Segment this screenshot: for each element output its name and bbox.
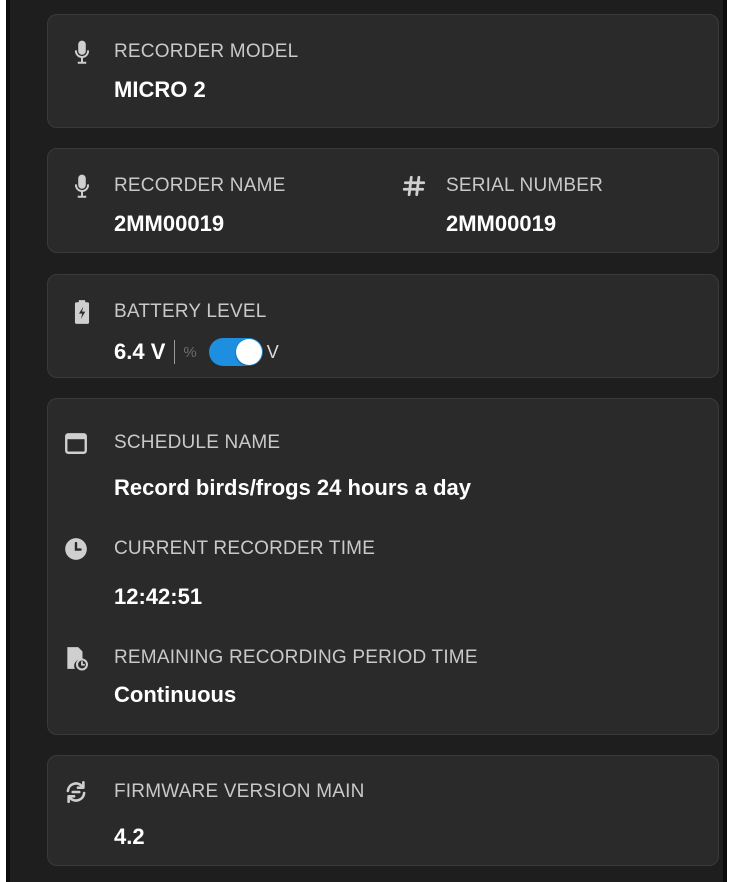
calendar-icon <box>63 430 89 456</box>
unit-percent-option: % <box>183 343 197 361</box>
serial-number-label: SERIAL NUMBER <box>446 175 604 196</box>
hash-icon <box>401 173 427 199</box>
clock-icon <box>63 536 89 562</box>
recorder-identity-card: RECORDER NAME 2MM00019 SERIAL NUMBER 2MM… <box>47 148 719 253</box>
firmware-version-label: FIRMWARE VERSION MAIN <box>114 781 365 802</box>
schedule-card: SCHEDULE NAME Record birds/frogs 24 hour… <box>47 398 719 735</box>
remaining-time-value: Continuous <box>114 682 237 707</box>
toggle-knob <box>235 339 262 365</box>
battery-unit-toggle[interactable] <box>208 338 263 366</box>
schedule-name-label: SCHEDULE NAME <box>114 432 281 453</box>
current-time-value: 12:42:51 <box>114 584 203 609</box>
serial-number-value: 2MM00019 <box>446 211 557 236</box>
recorder-model-value: MICRO 2 <box>114 77 206 102</box>
current-time-label: CURRENT RECORDER TIME <box>114 538 376 559</box>
battery-card: BATTERY LEVEL 6.4 V % V <box>47 274 719 378</box>
device-info-panel: RECORDER MODEL MICRO 2 RECORDER NAME 2MM… <box>6 0 727 882</box>
recorder-name-label: RECORDER NAME <box>114 175 286 196</box>
firmware-version-value: 4.2 <box>114 824 145 849</box>
battery-level-label: BATTERY LEVEL <box>114 301 267 322</box>
remaining-time-label: REMAINING RECORDING PERIOD TIME <box>114 647 478 668</box>
microphone-icon <box>69 39 95 65</box>
recorder-model-label: RECORDER MODEL <box>114 41 299 62</box>
battery-level-value: 6.4 V <box>114 339 166 364</box>
sync-icon <box>63 779 89 805</box>
schedule-name-value: Record birds/frogs 24 hours a day <box>114 475 471 500</box>
firmware-card: FIRMWARE VERSION MAIN 4.2 <box>47 755 719 866</box>
recorder-name-value: 2MM00019 <box>114 211 225 236</box>
unit-volts-option: V <box>266 341 279 362</box>
unit-divider <box>174 340 176 364</box>
battery-charging-icon <box>69 299 95 325</box>
recorder-model-card: RECORDER MODEL MICRO 2 <box>47 14 719 128</box>
microphone-icon <box>69 173 95 199</box>
file-clock-icon <box>63 645 89 671</box>
battery-reading: 6.4 V % V <box>114 337 279 367</box>
